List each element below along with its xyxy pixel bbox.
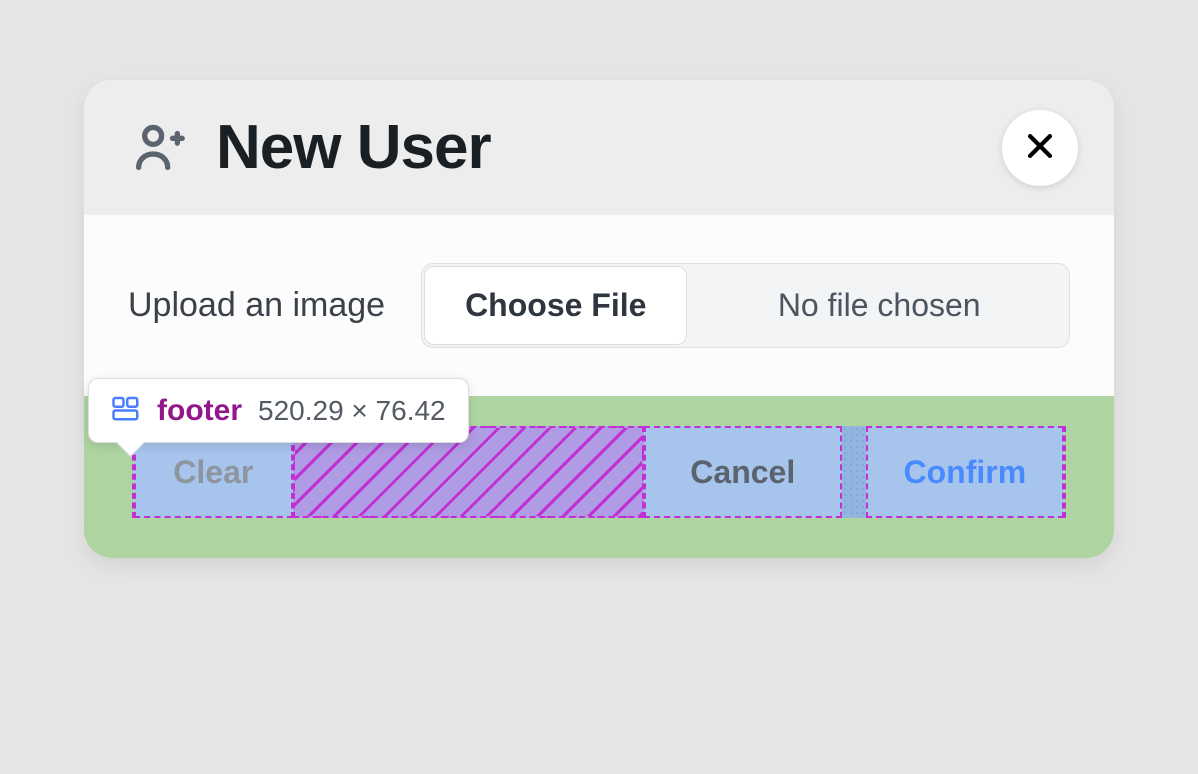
file-status: No file chosen [689,264,1069,347]
dialog-header: New User [84,80,1114,215]
close-button[interactable] [1002,110,1078,186]
tooltip-element-dimensions: 520.29 × 76.42 [258,395,446,427]
choose-file-button[interactable]: Choose File [424,266,687,345]
confirm-button[interactable]: Confirm [866,426,1064,518]
devtools-inspect-tooltip: footer 520.29 × 76.42 [88,378,469,443]
cancel-button[interactable]: Cancel [644,426,842,518]
dialog-body: Upload an image Choose File No file chos… [84,215,1114,396]
add-user-icon [128,118,188,178]
upload-label: Upload an image [128,286,385,325]
close-icon [1023,129,1057,166]
dialog-title: New User [216,112,491,183]
file-picker[interactable]: Choose File No file chosen [421,263,1070,348]
new-user-dialog: New User Upload an image Choose File No … [84,80,1114,558]
flex-container-icon [111,393,141,428]
flex-gap-indicator [842,426,866,518]
tooltip-element-tag: footer [157,394,242,428]
